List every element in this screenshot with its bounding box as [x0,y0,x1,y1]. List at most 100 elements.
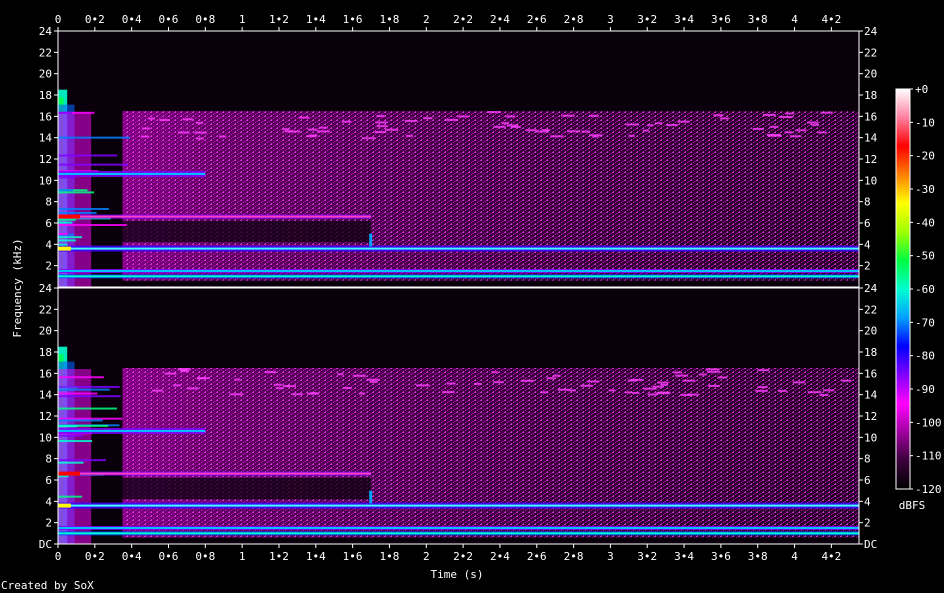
onset-streak [58,440,93,443]
y-tick-label-right: 10 [864,431,877,444]
x-tick-label-bottom: 1•4 [306,550,326,563]
noise-speck [501,122,510,125]
y-tick-label-left: 14 [39,389,53,402]
noise-speck [652,385,664,388]
y-tick-label-left: 4 [45,495,52,508]
noise-speck [654,122,663,125]
y-tick-label-left: DC [39,538,52,551]
noise-speck [493,125,506,128]
x-tick-label-top: 3•8 [748,13,768,26]
noise-speck [318,126,328,129]
noise-speck [316,130,330,133]
x-tick-label-bottom: 4 [791,550,798,563]
noise-speck [173,384,181,387]
y-tick-label-left: 22 [39,303,52,316]
y-tick-label-left: 24 [39,25,53,38]
onset-streak [58,392,98,395]
onset-streak [58,236,83,239]
colorbar-tick-label: -40 [915,216,935,229]
noise-speck [369,380,378,383]
y-tick-label-right: 14 [864,132,878,145]
noise-texture [122,111,860,281]
noise-speck [769,125,779,128]
noise-speck [444,118,459,121]
noise-speck [589,134,603,137]
y-tick-label-left: 8 [45,453,52,466]
y-tick-label-left: 16 [39,110,52,123]
noise-speck [187,387,199,390]
colorbar-tick-label: -30 [915,183,935,196]
x-tick-label-bottom: 0 [55,550,62,563]
y-tick-label-left: 6 [45,474,52,487]
noise-speck [819,394,829,397]
tone-line-2-core [58,270,859,272]
onset-streak [58,154,118,157]
colorbar-tick-label: -70 [915,316,935,329]
x-tick-label-top: 1•4 [306,13,326,26]
noise-speck [823,389,835,392]
noise-speck [660,383,668,386]
y-tick-label-left: 20 [39,68,52,81]
onset-streak [58,425,78,428]
noise-speck [656,392,670,395]
y-tick-label-left: 10 [39,174,52,187]
y-tick-label-left: 8 [45,196,52,209]
noise-speck [589,114,599,117]
noise-speck [376,115,385,118]
noise-speck [265,371,277,374]
colorbar-tick-label: +0 [915,83,928,96]
noise-speck [493,381,504,384]
noise-speck [298,116,310,119]
noise-speck [196,377,206,380]
onset-hotspot [58,503,71,508]
y-tick-label-right: 8 [864,453,871,466]
noise-speck [789,135,802,138]
colorbar-tick-label: -110 [915,450,942,463]
x-tick-label-top: 2•8 [564,13,584,26]
x-tick-label-top: 0•6 [159,13,179,26]
noise-speck [195,121,204,124]
colorbar-label: dBFS [899,499,926,512]
tone-line-2-core [58,527,859,529]
tone-line-4-core [58,472,372,475]
y-tick-label-left: 18 [39,346,52,359]
tone-line-5-core [58,172,206,175]
y-tick-label-right: 10 [864,174,877,187]
x-tick-label-top: 4•2 [821,13,841,26]
noise-speck [291,393,303,396]
x-tick-label-bottom: 1•2 [269,550,289,563]
spectrogram-panels [57,30,860,545]
noise-speck [177,131,190,134]
noise-speck [552,374,561,377]
x-tick-label-bottom: 1 [239,550,246,563]
y-tick-label-left: 20 [39,325,52,338]
x-tick-label-bottom: 4•2 [821,550,841,563]
colorbar-tick-label: -90 [915,383,935,396]
noise-speck [784,131,793,134]
x-tick-label-top: 1 [239,13,246,26]
noise-speck [713,114,724,117]
y-tick-label-left: 14 [39,132,53,145]
x-tick-label-top: 1•2 [269,13,289,26]
x-tick-label-bottom: 2•8 [564,550,584,563]
noise-speck [352,374,366,377]
noise-speck [706,370,721,373]
noise-speck [778,389,787,392]
x-tick-label-top: 0 [55,13,62,26]
x-tick-label-bottom: 0•6 [159,550,179,563]
noise-speck [159,118,170,121]
y-tick-label-right: DC [864,538,877,551]
noise-speck [520,379,534,382]
noise-speck [361,137,376,140]
transient-blip [369,233,373,247]
x-tick-label-bottom: 3•8 [748,550,768,563]
noise-speck [229,393,244,396]
colorbar-gradient [896,89,910,489]
noise-speck [568,389,576,392]
x-tick-label-top: 2•4 [490,13,510,26]
x-tick-label-bottom: 0•4 [122,550,142,563]
noise-speck [282,128,290,131]
transient-blip [369,490,373,504]
noise-speck [807,391,822,394]
x-tick-label-bottom: 3•2 [637,550,657,563]
